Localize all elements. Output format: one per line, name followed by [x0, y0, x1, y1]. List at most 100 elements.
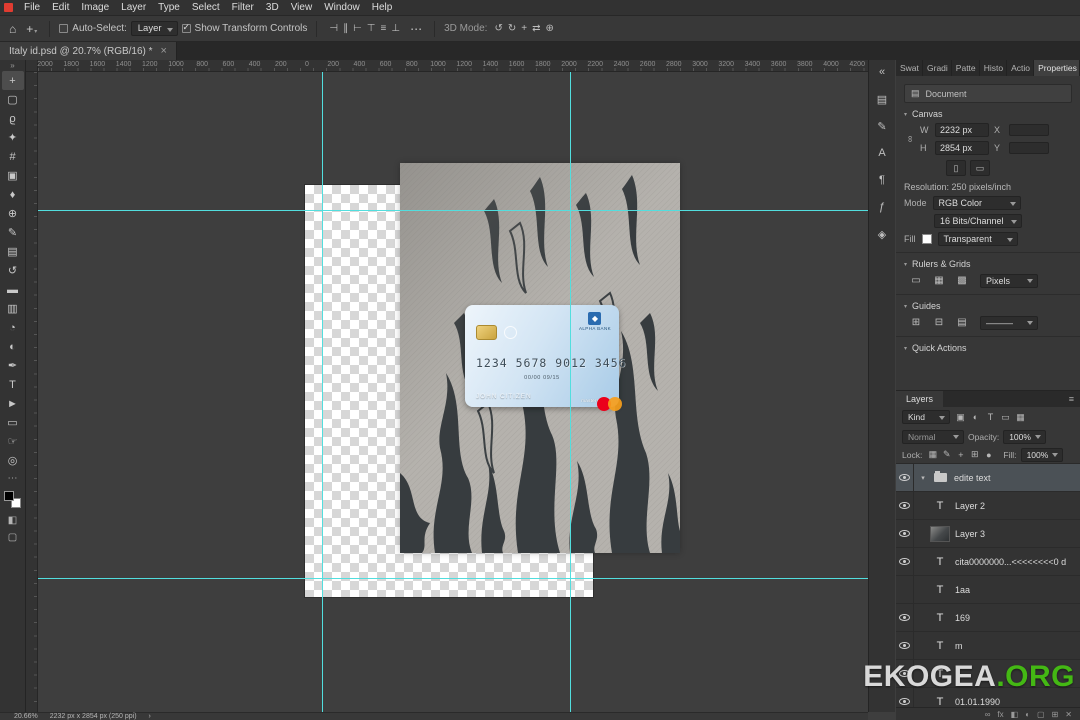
align-horizontal-centers-icon[interactable]: ∥: [343, 23, 348, 34]
panel-tab-actio[interactable]: Actio: [1007, 60, 1035, 76]
panel-tab-patte[interactable]: Patte: [952, 60, 980, 76]
frame-tool[interactable]: ▣: [2, 166, 24, 185]
clear-guides-icon[interactable]: ▤: [953, 315, 971, 330]
menu-help[interactable]: Help: [366, 0, 399, 16]
layer-row[interactable]: Tm: [896, 632, 1080, 660]
document-properties-header[interactable]: ▤ Document: [904, 84, 1072, 103]
delete-layer-icon[interactable]: ✕: [1065, 710, 1072, 719]
width-field[interactable]: 2232 px: [935, 123, 989, 137]
blur-tool[interactable]: ◔: [2, 318, 24, 337]
screen-mode-icon[interactable]: ▢: [8, 532, 17, 543]
menu-file[interactable]: File: [18, 0, 46, 16]
align-right-edges-icon[interactable]: ⊢: [353, 23, 362, 34]
toggle-rulers-icon[interactable]: ▭: [907, 273, 925, 288]
menu-view[interactable]: View: [285, 0, 319, 16]
layer-row[interactable]: T Layer 2: [896, 492, 1080, 520]
y-field[interactable]: [1009, 142, 1049, 154]
units-dropdown[interactable]: Pixels: [980, 273, 1038, 288]
more-options-icon[interactable]: ⋯: [407, 22, 425, 36]
slide-3d-icon[interactable]: ⇄: [532, 23, 540, 34]
new-layer-icon[interactable]: ⊞: [1052, 710, 1059, 719]
marquee-tool[interactable]: ▢: [2, 90, 24, 109]
lock-artboard-icon[interactable]: ⊞: [968, 449, 981, 460]
eye-icon[interactable]: [899, 474, 910, 481]
layer-row[interactable]: T 1aa: [896, 576, 1080, 604]
visibility-toggle[interactable]: [896, 604, 914, 631]
pen-tool[interactable]: ✒: [2, 356, 24, 375]
fill-dropdown[interactable]: Transparent: [937, 232, 1018, 246]
vertical-guide-1[interactable]: [322, 72, 323, 712]
visibility-toggle[interactable]: [896, 632, 914, 659]
lock-all-icon[interactable]: ●: [982, 450, 995, 460]
eye-icon[interactable]: [899, 642, 910, 649]
show-transform-checkbox[interactable]: [181, 22, 191, 33]
link-layers-icon[interactable]: ∞: [985, 710, 991, 719]
auto-select-checkbox[interactable]: [59, 24, 69, 33]
portrait-orientation-button[interactable]: ▯: [946, 160, 966, 176]
visibility-toggle[interactable]: [896, 520, 914, 547]
eyedropper-tool[interactable]: ♦: [2, 185, 24, 204]
auto-select-dropdown[interactable]: Layer: [130, 21, 178, 36]
grid-settings-icon[interactable]: ▩: [953, 273, 971, 288]
bit-depth-dropdown[interactable]: 16 Bits/Channel: [934, 214, 1022, 228]
landscape-orientation-button[interactable]: ▭: [970, 160, 990, 176]
horizontal-guide-2[interactable]: [38, 578, 868, 579]
clone-stamp-tool[interactable]: ▤: [2, 242, 24, 261]
dodge-tool[interactable]: ◐: [2, 337, 24, 356]
x-field[interactable]: [1009, 124, 1049, 136]
panel-tab-histo[interactable]: Histo: [980, 60, 1008, 76]
color-swatches[interactable]: [4, 491, 21, 508]
align-top-edges-icon[interactable]: ⊤: [367, 23, 376, 34]
menu-filter[interactable]: Filter: [226, 0, 260, 16]
panel-tab-swat[interactable]: Swat: [896, 60, 923, 76]
roll-3d-icon[interactable]: ↻: [508, 23, 516, 34]
filter-adjustment-layers-icon[interactable]: ◐: [969, 412, 982, 422]
hand-tool[interactable]: ☞: [2, 432, 24, 451]
eye-icon[interactable]: [899, 698, 910, 705]
swatches-panel-icon[interactable]: ▤: [872, 90, 892, 108]
adjustment-layer-icon[interactable]: ◐: [1025, 710, 1030, 719]
align-bottom-edges-icon[interactable]: ⊥: [391, 23, 400, 34]
rectangle-tool[interactable]: ▭: [2, 413, 24, 432]
quick-mask-icon[interactable]: ◧: [8, 515, 17, 526]
height-field[interactable]: 2854 px: [935, 141, 989, 155]
horizontal-ruler[interactable]: 2000 1800 1600 1400 1200 1000 800 600 400 200 0 200…: [37, 60, 868, 72]
guide-layout-icon[interactable]: ⊟: [930, 315, 948, 330]
edit-toolbar-icon[interactable]: ⋯: [8, 473, 18, 484]
menu-select[interactable]: Select: [186, 0, 226, 16]
document-tab[interactable]: Italy id.psd @ 20.7% (RGB/16) * ×: [0, 42, 177, 60]
scale-3d-icon[interactable]: ⊕: [545, 23, 553, 34]
vertical-ruler[interactable]: [26, 72, 38, 712]
history-brush-tool[interactable]: ↺: [2, 261, 24, 280]
layer-mask-icon[interactable]: ◧: [1011, 710, 1019, 719]
gradient-tool[interactable]: ▥: [2, 299, 24, 318]
lock-position-icon[interactable]: +: [954, 450, 967, 460]
color-mode-dropdown[interactable]: RGB Color: [932, 196, 1021, 210]
toolbar-chevrons-icon[interactable]: »: [10, 61, 14, 71]
canvas-section-header[interactable]: ▾ Canvas: [904, 109, 1072, 119]
drag-3d-icon[interactable]: +: [521, 23, 527, 34]
toggle-grid-icon[interactable]: ▦: [930, 273, 948, 288]
menu-type[interactable]: Type: [152, 0, 186, 16]
layer-row[interactable]: Layer 3: [896, 520, 1080, 548]
quick-selection-tool[interactable]: ✦: [2, 128, 24, 147]
eye-icon[interactable]: [899, 530, 910, 537]
horizontal-guide-1[interactable]: [38, 210, 868, 211]
guide-style-dropdown[interactable]: ———: [980, 315, 1038, 330]
align-vertical-centers-icon[interactable]: ≡: [381, 23, 387, 34]
layer-row[interactable]: T 169: [896, 604, 1080, 632]
eye-icon[interactable]: [899, 614, 910, 621]
character-panel-icon[interactable]: A: [872, 144, 892, 162]
paragraph-panel-icon[interactable]: ¶: [872, 171, 892, 189]
vertical-guide-2[interactable]: [570, 72, 571, 712]
filter-smart-objects-icon[interactable]: ▦: [1014, 412, 1027, 423]
orbit-3d-icon[interactable]: ↺: [494, 23, 502, 34]
group-expand-caret-icon[interactable]: ▾: [919, 474, 927, 482]
canvas-viewport[interactable]: 2000 1800 1600 1400 1200 1000 800 600 400 200 0 200…: [26, 60, 868, 712]
crop-tool[interactable]: #: [2, 147, 24, 166]
collapse-panels-icon[interactable]: «: [872, 63, 892, 81]
panel-tab-gradi[interactable]: Gradi: [923, 60, 952, 76]
tab-layers[interactable]: Layers: [896, 391, 944, 407]
lock-transparency-icon[interactable]: ▦: [926, 449, 939, 460]
visibility-toggle[interactable]: [896, 492, 914, 519]
